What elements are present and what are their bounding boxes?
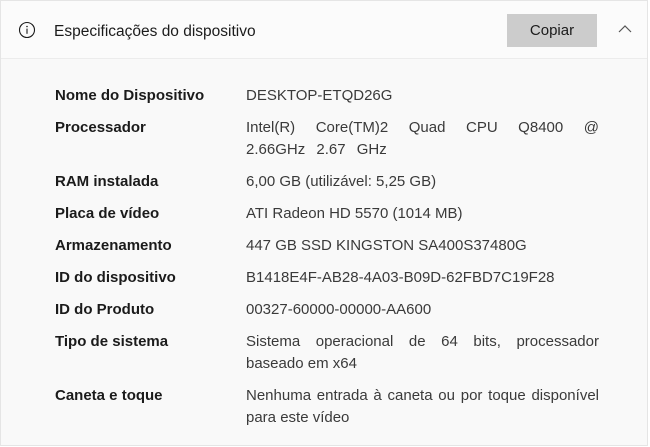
panel-header[interactable]: Especificações do dispositivo Copiar bbox=[1, 1, 647, 59]
spec-label: Placa de vídeo bbox=[55, 205, 160, 222]
spec-label: Tipo de sistema bbox=[55, 333, 169, 350]
chevron-up-icon[interactable] bbox=[617, 23, 633, 35]
spec-value[interactable]: ATI Radeon HD 5570 (1014 MB) bbox=[246, 203, 599, 225]
spec-label: ID do Produto bbox=[55, 301, 155, 318]
spec-value[interactable]: Nenhuma entrada à caneta ou por toque di… bbox=[246, 385, 599, 429]
spec-label: RAM instalada bbox=[55, 173, 159, 190]
spec-label: Armazenamento bbox=[55, 237, 172, 254]
info-icon bbox=[18, 21, 36, 39]
spec-value[interactable]: 00327-60000-00000-AA600 bbox=[246, 299, 599, 321]
spec-value[interactable]: 447 GB SSD KINGSTON SA400S37480G bbox=[246, 235, 599, 257]
spec-label: Nome do Dispositivo bbox=[55, 87, 205, 104]
spec-value[interactable]: Intel(R) Core(TM)2 Quad CPU Q8400 @ 2.66… bbox=[246, 117, 599, 161]
spec-value[interactable]: DESKTOP-ETQD26G bbox=[246, 85, 599, 107]
spec-value[interactable]: 6,00 GB (utilizável: 5,25 GB) bbox=[246, 171, 599, 193]
copy-button[interactable]: Copiar bbox=[507, 14, 597, 47]
spec-label: Caneta e toque bbox=[55, 387, 163, 404]
spec-label: Processador bbox=[55, 119, 146, 136]
panel-title: Especificações do dispositivo bbox=[54, 23, 256, 40]
spec-label: ID do dispositivo bbox=[55, 269, 176, 286]
spec-value[interactable]: Sistema operacional de 64 bits, processa… bbox=[246, 331, 599, 375]
spec-value[interactable]: B1418E4F-AB28-4A03-B09D-62FBD7C19F28 bbox=[246, 267, 599, 289]
device-specifications-panel: Especificações do dispositivo Copiar Nom… bbox=[0, 0, 648, 446]
